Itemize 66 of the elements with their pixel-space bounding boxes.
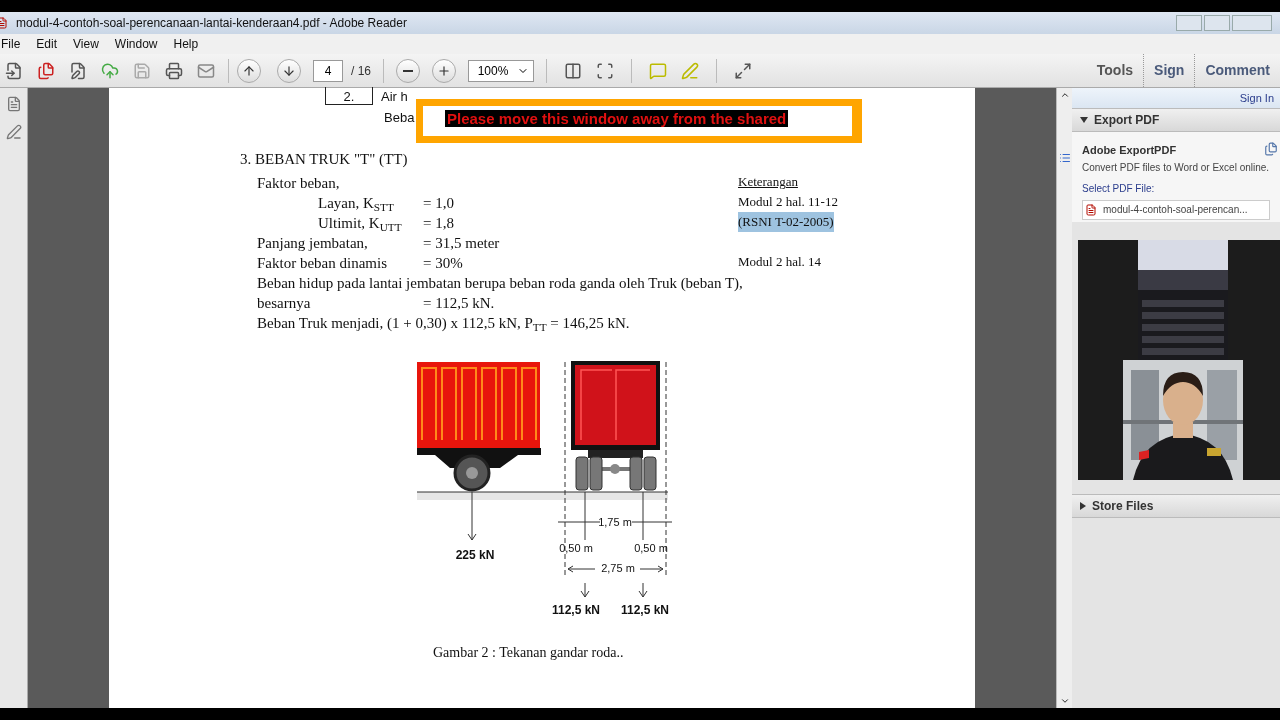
section-title: Adobe ExportPDF	[1082, 143, 1177, 158]
note-text: (RSNI T-02-2005)	[738, 212, 834, 232]
down-arrow	[580, 582, 590, 598]
warning-text: Please move this window away from the shared	[445, 110, 789, 127]
scroll-down-icon[interactable]	[1059, 696, 1070, 706]
line-text: Beban Truk menjadi, (1 + 0,30) x 112,5 kN, P$_{TT}$ = 146,25 kN.	[257, 314, 630, 332]
load-label: 112,5 kN	[621, 603, 669, 617]
dimension-label: 2,75 m	[601, 562, 635, 574]
line-text: besarnya	[257, 295, 311, 311]
table-cell-text: Beba	[384, 109, 415, 127]
down-arrow	[638, 582, 648, 598]
sign-in-link[interactable]: Sign In	[1239, 89, 1274, 107]
figure-caption: Gambar 2 : Tekanan gandar roda..	[433, 644, 624, 662]
plus-icon	[437, 63, 451, 78]
menu-item[interactable]: Help	[173, 35, 199, 53]
dimension-label: 0,50 m	[634, 542, 668, 554]
table-cell-text: Air h	[380, 88, 409, 105]
value-text: = 112,5 kN.	[423, 295, 495, 311]
line-text: Layan, K$_{STT}$	[317, 195, 394, 211]
value-text: = 31,5 meter	[423, 235, 500, 251]
section-heading: 3. BEBAN TRUK "T" (TT)	[240, 149, 408, 169]
file-selector[interactable]: modul-4-contoh-soal-perencan...	[1082, 199, 1270, 220]
arrow-down-button[interactable]	[277, 58, 301, 83]
zoom-dropdown[interactable]: 100%	[468, 59, 534, 82]
line-text: Faktor beban,	[257, 175, 340, 191]
panel-tab[interactable]: Tools	[1086, 54, 1144, 87]
minus-icon	[403, 69, 413, 72]
description-text: Convert PDF files to Word or Excel online.	[1082, 161, 1270, 174]
zoom-out-button[interactable]	[396, 58, 420, 83]
line-text: Ultimit, K$_{UTT}$	[317, 215, 402, 231]
section-header[interactable]: Store Files	[1072, 494, 1280, 518]
load-label: 225 kN	[455, 548, 495, 562]
pdf-icon	[1085, 203, 1097, 216]
arrow-up-button[interactable]	[237, 58, 261, 83]
menu-item[interactable]: Window	[114, 35, 158, 53]
dimension-label: 0,50 m	[559, 542, 593, 554]
value-text: = 1,8	[423, 215, 454, 231]
pen-icon[interactable]	[5, 124, 22, 140]
load-label: 112,5 kN	[552, 603, 600, 617]
menu-item[interactable]: File	[1, 35, 21, 53]
note-text: Modul 2 hal. 14	[738, 253, 822, 271]
documents-icon[interactable]	[1264, 142, 1278, 156]
value-text: = 30%	[423, 255, 463, 271]
window-title: modul-4-contoh-soal-perencanaan-lantai-kenderaan4.pdf - Adobe Reader	[16, 15, 407, 32]
line-text: Faktor beban dinamis	[257, 255, 387, 271]
note-text: Modul 2 hal. 11-12	[738, 193, 838, 211]
field-label: Select PDF File:	[1082, 181, 1155, 196]
list-icon[interactable]	[1058, 152, 1071, 164]
menu-item[interactable]: Edit	[36, 35, 58, 53]
scroll-up-icon[interactable]	[1059, 90, 1070, 100]
page-number-field[interactable]: 4	[313, 59, 343, 82]
zoom-in-button[interactable]	[432, 58, 456, 83]
menu-item[interactable]: View	[73, 35, 99, 53]
section-header[interactable]: Export PDF	[1072, 108, 1280, 132]
pages-icon[interactable]	[5, 96, 22, 112]
arrow-down-icon	[282, 63, 296, 78]
note-text: Keterangan	[738, 173, 798, 191]
page-total: / 16	[351, 62, 371, 80]
table-cell: 2.	[325, 87, 373, 105]
line-text: Beban hidup pada lantai jembatan berupa beban roda ganda oleh Truk (beban T),	[257, 274, 743, 292]
dimension-label: 1,75 m	[598, 516, 632, 528]
panel-tab[interactable]: Sign	[1143, 54, 1195, 87]
line-text: Panjang jembatan,	[257, 235, 368, 251]
down-arrow	[467, 491, 477, 541]
panel-tab[interactable]: Comment	[1194, 54, 1280, 87]
value-text: = 1,0	[423, 195, 454, 211]
